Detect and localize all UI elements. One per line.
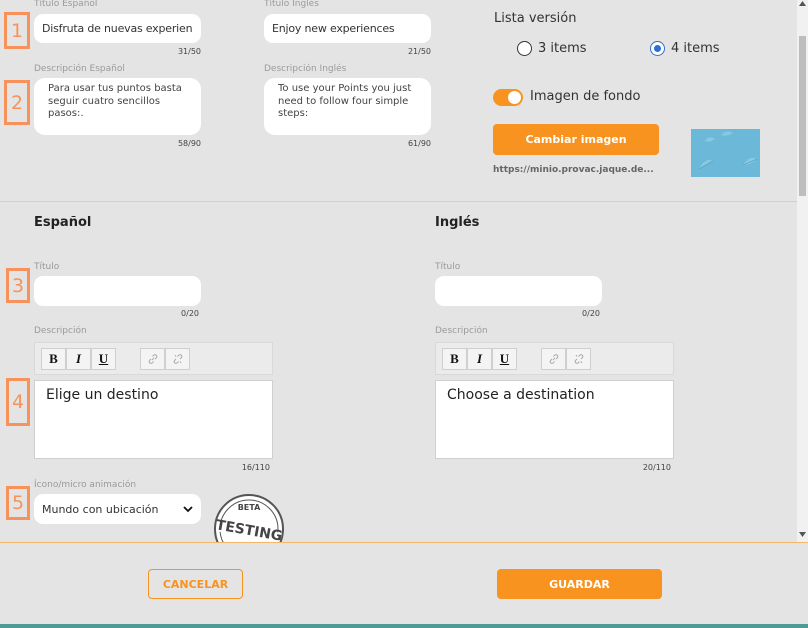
spanish-desc-editor[interactable]: Elige un destino: [34, 380, 273, 459]
step-badge-3: 3: [6, 268, 30, 303]
link-icon[interactable]: [140, 347, 165, 370]
radio-4-label: 4 items: [671, 41, 720, 56]
spanish-title-input[interactable]: [34, 276, 201, 306]
step-badge-1: 1: [4, 12, 30, 49]
english-title-label: Título: [435, 262, 461, 272]
radio-4-items[interactable]: 4 items: [650, 41, 720, 56]
background-image-thumbnail: [691, 129, 760, 177]
chevron-down-icon: [183, 505, 193, 512]
unlink-icon[interactable]: [165, 347, 190, 370]
spanish-title-label: Título: [34, 262, 60, 272]
toggle-knob: [508, 91, 521, 104]
background-image-toggle[interactable]: [493, 89, 523, 106]
english-title-counter: 0/20: [582, 309, 600, 318]
english-desc-editor[interactable]: Choose a destination: [435, 380, 674, 459]
step-badge-5: 5: [6, 486, 30, 520]
desc-es-counter: 58/90: [177, 139, 201, 148]
change-image-button[interactable]: Cambiar imagen: [493, 124, 659, 155]
scroll-down-arrow-icon[interactable]: [799, 532, 806, 537]
desc-en-counter: 61/90: [407, 139, 431, 148]
title-es-counter: 31/50: [177, 47, 201, 56]
english-heading: Inglés: [435, 215, 480, 230]
cancel-button[interactable]: CANCELAR: [148, 569, 243, 599]
scrollbar-track[interactable]: [797, 0, 808, 543]
image-url: https://minio.provac.jaque.de...: [493, 165, 654, 175]
section-divider: [0, 201, 797, 202]
spanish-desc-label: Descripción: [34, 326, 87, 336]
english-editor-toolbar: B I U: [435, 342, 674, 375]
spanish-editor-toolbar: B I U: [34, 342, 273, 375]
underline-button[interactable]: U: [492, 347, 517, 370]
unlink-icon[interactable]: [566, 347, 591, 370]
save-button[interactable]: GUARDAR: [497, 569, 662, 599]
icon-animation-value: Mundo con ubicación: [42, 502, 159, 516]
radio-4-circle[interactable]: [650, 41, 665, 56]
title-es-input[interactable]: [34, 14, 201, 43]
desc-es-textarea[interactable]: Para usar tus puntos basta seguir cuatro…: [34, 78, 201, 135]
background-image-label: Imagen de fondo: [530, 89, 641, 104]
leaf-pattern-image: [698, 131, 758, 170]
radio-3-label: 3 items: [538, 41, 587, 56]
italic-button[interactable]: I: [467, 347, 492, 370]
radio-3-circle[interactable]: [517, 41, 532, 56]
title-es-label: Título Español: [34, 0, 98, 9]
step-badge-2: 2: [4, 80, 30, 125]
desc-en-textarea[interactable]: To use your Points you just need to foll…: [264, 78, 431, 135]
title-en-input[interactable]: [264, 14, 431, 43]
version-list-label: Lista versión: [494, 11, 577, 26]
icon-animation-select[interactable]: Mundo con ubicación: [34, 494, 201, 524]
title-en-counter: 21/50: [407, 47, 431, 56]
english-desc-label: Descripción: [435, 326, 488, 336]
title-en-label: Título Inglés: [264, 0, 319, 9]
step-badge-4: 4: [6, 378, 30, 426]
bottom-accent-bar: [0, 624, 808, 628]
icon-animation-label: Ícono/micro animación: [34, 480, 137, 490]
stamp-beta-text: BETA: [238, 503, 261, 512]
desc-en-label: Descripción Inglés: [264, 64, 347, 74]
spanish-heading: Español: [34, 215, 92, 230]
desc-es-label: Descripción Español: [34, 64, 125, 74]
bold-button[interactable]: B: [41, 347, 66, 370]
english-title-input[interactable]: [435, 276, 602, 306]
underline-button[interactable]: U: [91, 347, 116, 370]
spanish-title-counter: 0/20: [181, 309, 199, 318]
english-desc-counter: 20/110: [642, 463, 671, 472]
italic-button[interactable]: I: [66, 347, 91, 370]
spanish-desc-counter: 16/110: [241, 463, 270, 472]
beta-testing-stamp: BETA TESTING: [213, 493, 286, 543]
bold-button[interactable]: B: [442, 347, 467, 370]
scroll-up-arrow-icon[interactable]: [799, 1, 806, 6]
scrollbar-thumb[interactable]: [799, 36, 806, 196]
radio-3-items[interactable]: 3 items: [517, 41, 587, 56]
link-icon[interactable]: [541, 347, 566, 370]
footer-divider: [0, 542, 808, 543]
